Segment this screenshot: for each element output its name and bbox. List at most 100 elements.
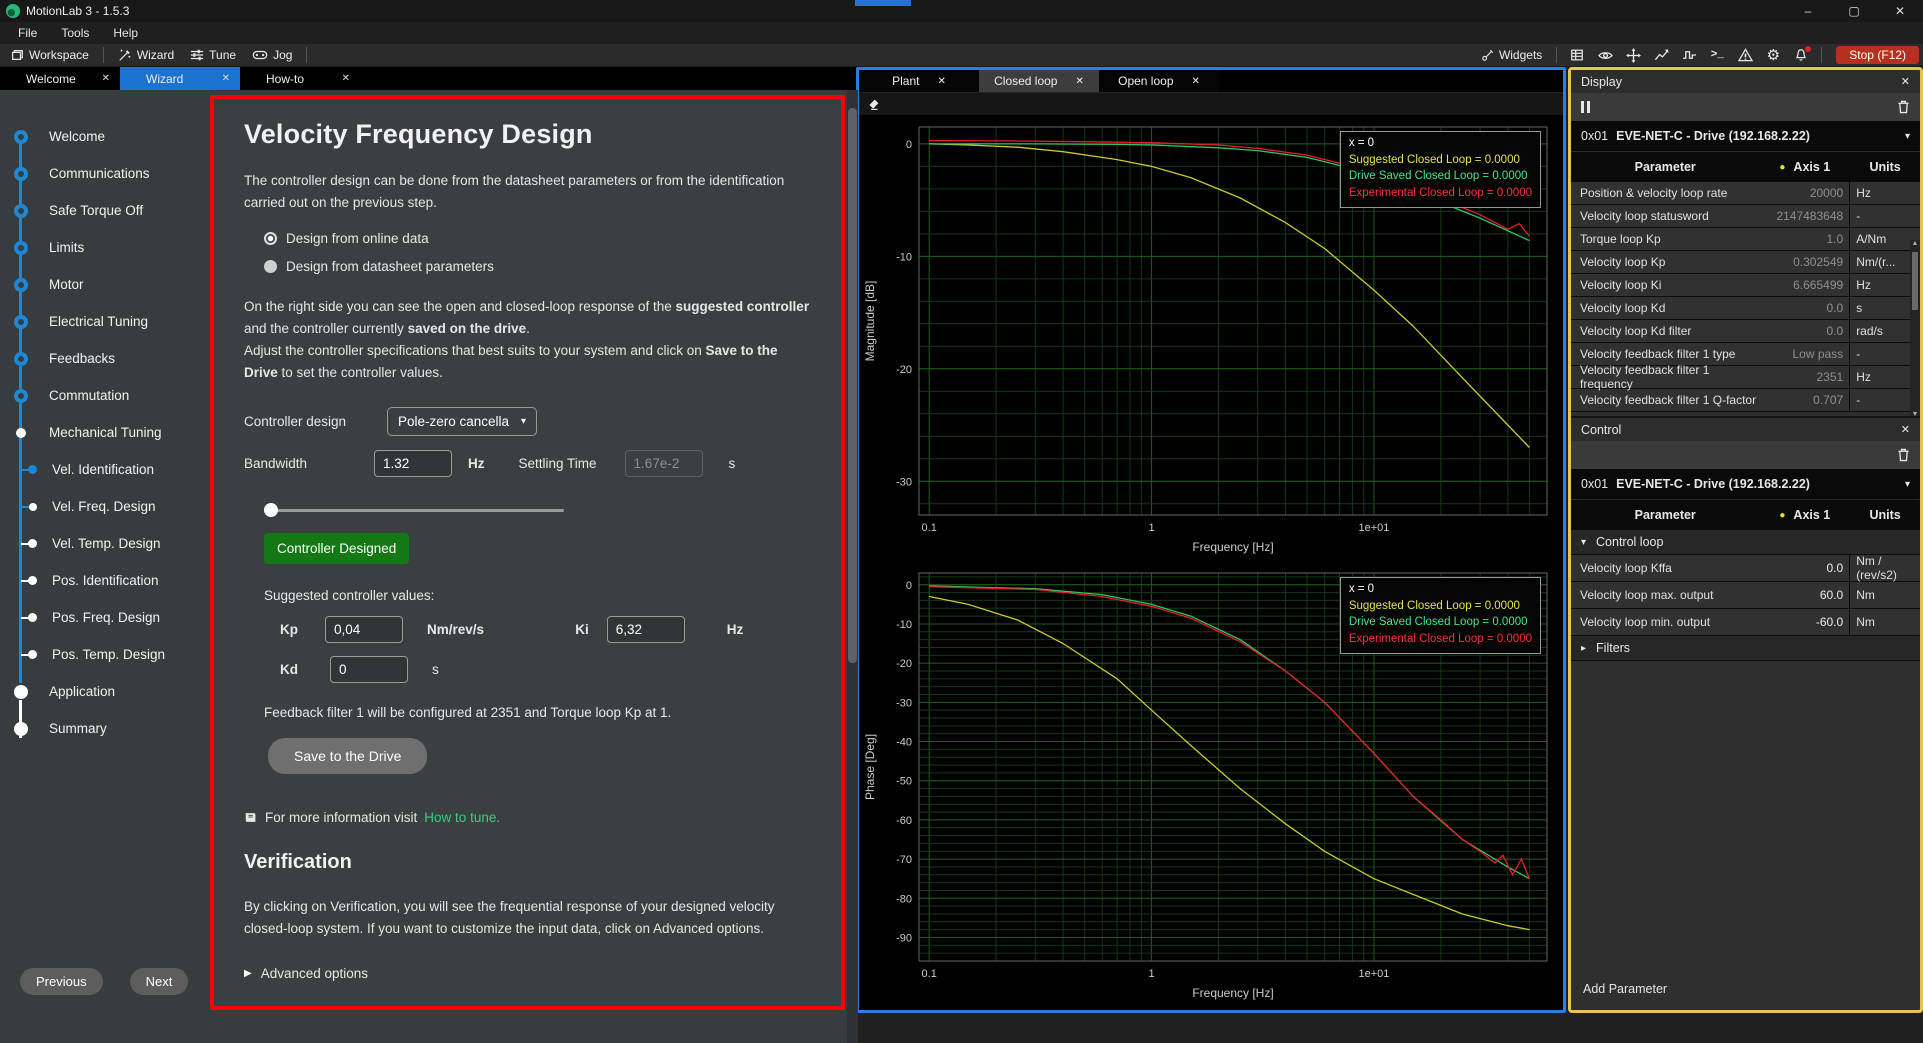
eye-icon[interactable] xyxy=(1593,45,1617,65)
sidebar-step[interactable]: Limits xyxy=(0,229,205,266)
sidebar-step[interactable]: Pos. Freq. Design xyxy=(0,599,205,636)
close-icon[interactable]: ✕ xyxy=(1901,75,1910,88)
chart-icon[interactable] xyxy=(1649,45,1673,65)
document-tab[interactable]: How-to ✕ xyxy=(240,67,360,90)
stop-button[interactable]: Stop (F12) xyxy=(1836,46,1919,64)
sidebar-step[interactable]: Pos. Identification xyxy=(0,562,205,599)
radio-selected-icon[interactable] xyxy=(264,232,277,245)
sidebar-step[interactable]: Motor xyxy=(0,266,205,303)
tab-close-icon[interactable]: ✕ xyxy=(222,73,230,84)
save-to-drive-button[interactable]: Save to the Drive xyxy=(268,738,427,774)
menu-item[interactable]: File xyxy=(8,24,47,42)
kd-input[interactable] xyxy=(330,656,408,683)
add-parameter-button[interactable]: Add Parameter xyxy=(1583,982,1667,996)
minimize-button[interactable]: – xyxy=(1785,0,1831,22)
bandwidth-input[interactable] xyxy=(374,450,452,477)
tab-close-icon[interactable]: ✕ xyxy=(1075,76,1083,87)
table-icon[interactable] xyxy=(1565,45,1589,65)
pulse-icon[interactable] xyxy=(1677,45,1701,65)
sidebar-step[interactable]: Feedbacks xyxy=(0,340,205,377)
menu-item[interactable]: Tools xyxy=(51,24,99,42)
jog-button[interactable]: Jog xyxy=(246,46,298,64)
display-table: Position & velocity loop rate 20000 Hz V… xyxy=(1571,182,1920,412)
warning-icon[interactable] xyxy=(1733,45,1757,65)
table-row[interactable]: Velocity loop Kd filter 0.0 rad/s xyxy=(1571,320,1920,343)
workspace-button[interactable]: Workspace xyxy=(4,46,95,64)
slider-thumb[interactable] xyxy=(264,503,278,517)
svg-text:0: 0 xyxy=(906,580,912,592)
table-row[interactable]: Velocity loop Kd 0.0 s xyxy=(1571,297,1920,320)
table-scrollbar[interactable]: ▲ ▼ xyxy=(1910,240,1920,418)
table-row[interactable]: Velocity loop min. output -60.0 Nm xyxy=(1571,609,1920,636)
sidebar-step[interactable]: Summary xyxy=(0,710,205,747)
plot-tab[interactable]: Open loop ✕ xyxy=(1099,70,1219,92)
trash-icon[interactable] xyxy=(1897,448,1910,462)
scrollbar-thumb[interactable] xyxy=(1912,252,1918,310)
previous-button[interactable]: Previous xyxy=(20,968,103,995)
wizard-scrollbar[interactable] xyxy=(847,90,858,1043)
plot-tab[interactable]: Plant ✕ xyxy=(859,70,979,92)
bell-icon[interactable] xyxy=(1789,45,1813,65)
tab-close-icon[interactable]: ✕ xyxy=(937,76,945,87)
pause-icon[interactable] xyxy=(1581,101,1590,113)
how-to-tune-link[interactable]: How to tune. xyxy=(424,810,500,825)
move-icon[interactable] xyxy=(1621,45,1645,65)
radio-design-online[interactable]: Design from online data xyxy=(264,231,813,246)
sidebar-step[interactable]: Application xyxy=(0,673,205,710)
document-tab[interactable]: Wizard ✕ xyxy=(120,67,240,90)
sidebar-step[interactable]: Safe Torque Off xyxy=(0,192,205,229)
ki-input[interactable] xyxy=(607,616,685,643)
table-row[interactable]: Velocity feedback filter 1 frequency 235… xyxy=(1571,366,1920,389)
scrollbar-thumb[interactable] xyxy=(848,108,857,663)
widgets-button[interactable]: Widgets xyxy=(1475,46,1548,64)
maximize-button[interactable]: ▢ xyxy=(1831,0,1877,22)
device-selector[interactable]: 0x01 EVE-NET-C - Drive (192.168.2.22) ▾ xyxy=(1571,469,1920,499)
next-button[interactable]: Next xyxy=(130,968,189,995)
table-row[interactable]: Torque loop Kp 1.0 A/Nm xyxy=(1571,228,1920,251)
trash-icon[interactable] xyxy=(1897,100,1910,114)
sidebar-step[interactable]: Mechanical Tuning xyxy=(0,414,205,451)
table-row[interactable]: Velocity feedback filter 1 Q-factor 0.70… xyxy=(1571,389,1920,412)
radio-unselected-icon[interactable] xyxy=(264,260,277,273)
tab-close-icon[interactable]: ✕ xyxy=(342,73,350,84)
tune-button[interactable]: Tune xyxy=(184,46,242,64)
sidebar-step[interactable]: Communications xyxy=(0,155,205,192)
table-row[interactable]: Velocity loop max. output 60.0 Nm xyxy=(1571,582,1920,609)
advanced-options-toggle[interactable]: ▶ Advanced options xyxy=(244,966,813,981)
close-button[interactable]: ✕ xyxy=(1877,0,1923,22)
bandwidth-slider[interactable] xyxy=(264,503,564,517)
eraser-icon[interactable] xyxy=(867,98,880,111)
group-control-loop[interactable]: ▾ Control loop xyxy=(1571,530,1920,555)
terminal-icon[interactable]: >_ xyxy=(1705,45,1729,65)
sidebar-step[interactable]: Vel. Freq. Design xyxy=(0,488,205,525)
sidebar-step[interactable]: Electrical Tuning xyxy=(0,303,205,340)
wizard-button[interactable]: Wizard xyxy=(112,46,180,64)
scroll-down-icon[interactable]: ▼ xyxy=(1912,411,1919,418)
gear-icon[interactable]: ⚙ xyxy=(1761,45,1785,65)
sidebar-step[interactable]: Pos. Temp. Design xyxy=(0,636,205,673)
table-row[interactable]: Velocity loop Kp 0.302549 Nm/(r... xyxy=(1571,251,1920,274)
controller-design-select[interactable]: Pole-zero cancella ▾ xyxy=(387,407,537,436)
sidebar-step[interactable]: Commutation xyxy=(0,377,205,414)
tab-close-icon[interactable]: ✕ xyxy=(1192,76,1200,87)
svg-text:1e+01: 1e+01 xyxy=(1358,968,1389,980)
kp-input[interactable] xyxy=(325,616,403,643)
radio-design-datasheet[interactable]: Design from datasheet parameters xyxy=(264,259,813,274)
sidebar-step[interactable]: Welcome xyxy=(0,118,205,155)
table-row[interactable]: Velocity loop statusword 2147483648 - xyxy=(1571,205,1920,228)
close-icon[interactable]: ✕ xyxy=(1901,423,1910,436)
group-filters[interactable]: ▸ Filters xyxy=(1571,636,1920,661)
svg-text:-10: -10 xyxy=(896,619,912,631)
step-dot-icon xyxy=(14,278,28,292)
table-row[interactable]: Velocity loop Kffa 0.0 Nm / (rev/s2) xyxy=(1571,555,1920,582)
document-tab[interactable]: Welcome ✕ xyxy=(0,67,120,90)
plot-tab[interactable]: Closed loop ✕ xyxy=(979,70,1099,92)
sidebar-step[interactable]: Vel. Identification xyxy=(0,451,205,488)
tab-close-icon[interactable]: ✕ xyxy=(102,73,110,84)
sidebar-step[interactable]: Vel. Temp. Design xyxy=(0,525,205,562)
device-selector[interactable]: 0x01 EVE-NET-C - Drive (192.168.2.22) ▾ xyxy=(1571,121,1920,151)
menu-item[interactable]: Help xyxy=(103,24,148,42)
scroll-up-icon[interactable]: ▲ xyxy=(1912,240,1919,247)
table-row[interactable]: Position & velocity loop rate 20000 Hz xyxy=(1571,182,1920,205)
table-row[interactable]: Velocity loop Ki 6.665499 Hz xyxy=(1571,274,1920,297)
